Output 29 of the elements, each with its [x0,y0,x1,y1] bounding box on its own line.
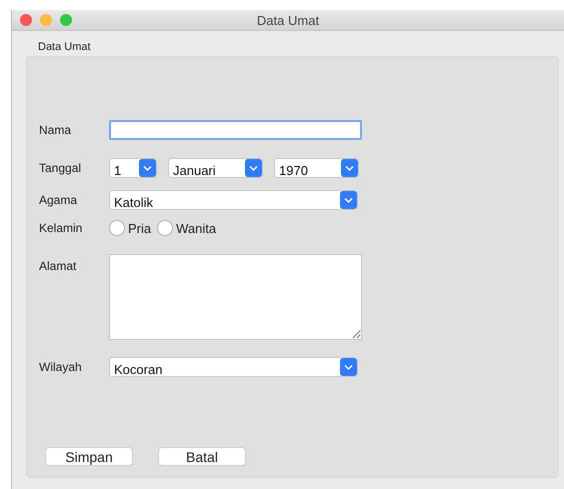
chevron-icon [340,191,357,209]
chevron-icon [340,358,357,376]
window-title: Data Umat [256,12,320,28]
dropdown[interactable]: 1970 [274,158,359,178]
radio-label[interactable]: Wanita [176,220,216,236]
text-field[interactable] [109,120,362,140]
chevron-icon [245,159,262,177]
dropdown[interactable]: Katolik [109,190,358,210]
field-label: Tanggal [39,161,82,175]
field-label: Kelamin [39,221,82,235]
maximize-icon[interactable] [60,14,72,26]
radio-button[interactable] [157,220,174,236]
field-label: Wilayah [39,360,82,374]
dropdown[interactable]: Kocoran [109,357,358,377]
form-button[interactable]: Simpan [45,447,133,466]
close-icon[interactable] [20,14,32,26]
dropdown[interactable]: Januari [168,158,263,178]
chevron-icon [341,159,358,177]
dropdown[interactable]: 1 [109,158,157,178]
radio-label[interactable]: Pria [128,220,152,236]
text-area[interactable] [109,254,362,340]
panel-title: Data Umat [38,41,91,55]
field-label: Agama [39,193,78,207]
radio-button[interactable] [109,220,125,236]
field-label: Nama [39,123,72,137]
field-label: Alamat [39,259,76,273]
form-button[interactable]: Batal [158,447,246,466]
minimize-icon[interactable] [40,14,52,26]
chevron-icon [139,159,156,177]
